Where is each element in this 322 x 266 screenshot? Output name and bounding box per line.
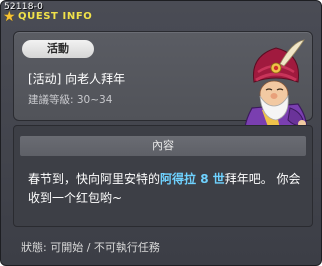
quest-status: 狀態: 可開始 / 不可執行任務 [21, 241, 160, 254]
recommended-level: 建議等級: 30~34 [28, 94, 113, 106]
content-panel: 內容 春节到，快向阿里安特的阿得拉 8 世拜年吧。 你会收到一个红包哟~ [13, 125, 313, 227]
window-title: QUEST INFO [18, 11, 93, 22]
quest-info-window: 52118-0 ★ QUEST INFO 活動 [活动] 向老人拜年 建議等級:… [0, 0, 322, 266]
content-text-before: 春节到，快向阿里安特的 [28, 172, 161, 186]
content-text: 春节到，快向阿里安特的阿得拉 8 世拜年吧。 你会收到一个红包哟~ [28, 170, 308, 208]
event-badge: 活動 [22, 40, 94, 58]
npc-name-link: 阿得拉 8 世 [160, 172, 225, 186]
star-icon: ★ [3, 9, 16, 25]
title-bar[interactable]: 52118-0 ★ QUEST INFO [1, 1, 321, 27]
content-header: 內容 [20, 136, 306, 156]
quest-name: [活动] 向老人拜年 [28, 72, 126, 86]
quest-summary-panel: 活動 [活动] 向老人拜年 建議等級: 30~34 [13, 31, 313, 140]
